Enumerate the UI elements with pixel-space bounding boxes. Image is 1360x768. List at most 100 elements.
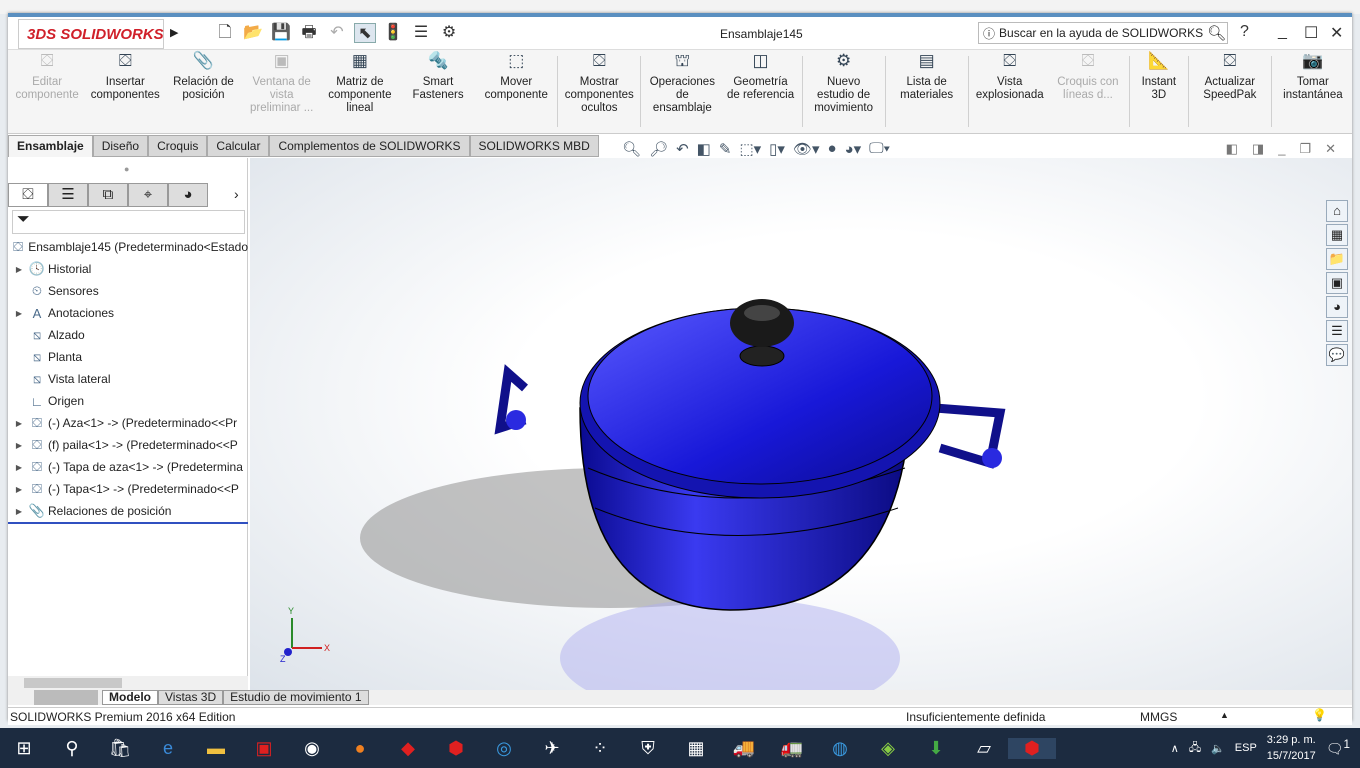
action-center-icon[interactable]: 🗨1 <box>1326 738 1350 758</box>
undo-icon[interactable]: ↶ <box>326 23 348 43</box>
tree-item[interactable]: ∟ Origen <box>8 390 248 412</box>
network-icon[interactable]: 🖧 <box>1189 739 1201 758</box>
displaymanager-tab-icon[interactable]: ◕ <box>168 183 208 207</box>
expand-arrow-icon[interactable]: ▶ <box>12 441 26 450</box>
view-orientation-icon[interactable]: ⬚▾ <box>739 140 761 158</box>
tab-0[interactable]: Ensamblaje <box>8 135 93 157</box>
zoom-fit-icon[interactable]: 🔍︎ <box>622 140 641 158</box>
scene-icon[interactable]: ◕▾ <box>845 140 862 158</box>
options-gear-icon[interactable]: ⚙ <box>438 23 460 43</box>
display-style-icon[interactable]: ▯▾ <box>769 140 785 158</box>
save-icon[interactable]: 💾 <box>270 23 292 43</box>
search-icon[interactable]: ⚲ <box>48 738 96 759</box>
expand-arrow-icon[interactable]: ▶ <box>12 419 26 428</box>
app-blue-ring-icon[interactable]: ◎ <box>480 738 528 759</box>
tab-4[interactable]: Complementos de SOLIDWORKS <box>269 135 470 157</box>
file-explorer-icon[interactable]: 📁 <box>1326 248 1348 270</box>
tree-item[interactable]: ▶ 📎 Relaciones de posición <box>8 500 248 522</box>
solidworks-2016-icon[interactable]: ⬢ <box>432 738 480 759</box>
shield-game-icon[interactable]: ⛨ <box>624 738 672 759</box>
tree-item[interactable]: ▶ ⛋ (-) Tapa<1> -> (Predeterminado<<P <box>8 478 248 500</box>
volume-icon[interactable]: 🔈 <box>1211 742 1225 755</box>
rebuild-icon[interactable]: 🚦 <box>382 23 404 43</box>
doc-restore-icon[interactable]: ❐ <box>1299 141 1311 157</box>
close-button[interactable]: ✕ <box>1330 23 1343 43</box>
section-view-icon[interactable]: ◧ <box>697 140 711 158</box>
minimize-button[interactable]: _ <box>1278 23 1287 41</box>
forum-icon[interactable]: 💬 <box>1326 344 1348 366</box>
dynamic-annotation-icon[interactable]: ✎ <box>719 140 732 158</box>
truck2-icon[interactable]: 🚛 <box>768 738 816 759</box>
tree-item[interactable]: ▶ A Anotaciones <box>8 302 248 324</box>
expand-arrow-icon[interactable]: ▶ <box>12 265 26 274</box>
tree-item[interactable]: ⧅ Alzado <box>8 324 248 346</box>
calculator-icon[interactable]: ▦ <box>672 738 720 759</box>
download-manager-icon[interactable]: ⬇ <box>912 738 960 759</box>
bluestacks-icon[interactable]: ◈ <box>864 738 912 759</box>
wings-icon[interactable]: ✈ <box>528 738 576 759</box>
tab-3[interactable]: Calcular <box>207 135 270 157</box>
custom-properties-icon[interactable]: ☰ <box>1326 320 1348 342</box>
tree-item[interactable]: ⧅ Vista lateral <box>8 368 248 390</box>
design-library-icon[interactable]: ▦ <box>1326 224 1348 246</box>
splitter-handle[interactable]: ● <box>124 164 129 174</box>
configurationmanager-tab-icon[interactable]: ⧉ <box>88 183 128 207</box>
new-icon[interactable]: 🗋 <box>214 23 236 43</box>
help-menu-icon[interactable]: ? <box>1240 23 1249 41</box>
horizontal-scrollbar[interactable] <box>8 676 248 690</box>
view-palette-icon[interactable]: ▣ <box>1326 272 1348 294</box>
tree-item[interactable]: ⧅ Planta <box>8 346 248 368</box>
store-icon[interactable]: 🛍 <box>96 738 144 759</box>
ribbon-button-paperclip[interactable]: 📎 Relación de posición <box>164 50 242 133</box>
ribbon-button-bom[interactable]: ▤ Lista de materiales <box>888 50 966 133</box>
tree-item[interactable]: ▶ 🕓 Historial <box>8 258 248 280</box>
app-red-icon[interactable]: ▣ <box>240 738 288 759</box>
ribbon-button-assembly-features[interactable]: ⛫ Operaciones de ensamblaje <box>643 50 721 133</box>
panel-right-icon[interactable]: ◨ <box>1252 141 1264 157</box>
file-properties-icon[interactable]: ☰ <box>410 23 432 43</box>
graphics-area[interactable]: Y X Z ⌂ ▦ 📁 ▣ ◕ ☰ 💬 <box>250 158 1352 718</box>
expand-menu-arrow[interactable]: ▶ <box>170 26 178 39</box>
ribbon-button-motion-study[interactable]: ⚙ Nuevo estudio de movimiento <box>805 50 883 133</box>
firefox-icon[interactable]: ● <box>336 738 384 759</box>
hide-show-icon[interactable]: 👁▾ <box>793 140 820 158</box>
tooltip-bulb-icon[interactable]: 💡 <box>1312 708 1327 722</box>
ribbon-button-speedpak[interactable]: ⛋ Actualizar SpeedPak <box>1191 50 1269 133</box>
home-icon[interactable]: ⌂ <box>1326 200 1348 222</box>
zoom-area-icon[interactable]: 🔎︎ <box>649 140 668 158</box>
maximize-button[interactable]: ☐ <box>1304 23 1318 43</box>
ribbon-button-preview-window[interactable]: ▣ Ventana de vista preliminar ... <box>243 50 321 133</box>
edge-icon[interactable]: e <box>144 738 192 759</box>
ribbon-button-show-hidden[interactable]: ⛋ Mostrar componentes ocultos <box>560 50 638 133</box>
doc-minimize-icon[interactable]: _ <box>1278 141 1285 157</box>
ribbon-button-edit-component[interactable]: ⛋ Editar componente <box>8 50 86 133</box>
featuremanager-tab-icon[interactable]: ⛋ <box>8 183 48 207</box>
ribbon-button-camera[interactable]: 📷 Tomar instantánea <box>1274 50 1352 133</box>
tab-1[interactable]: Diseño <box>92 135 149 157</box>
bottom-tab-1[interactable]: Vistas 3D <box>158 690 224 705</box>
ribbon-button-insert-components[interactable]: ⛋ Insertar componentes <box>86 50 164 133</box>
dots-icon[interactable]: ⁘ <box>576 738 624 759</box>
start-icon[interactable]: ⊞ <box>0 738 48 759</box>
tree-item[interactable]: ⏲ Sensores <box>8 280 248 302</box>
expand-arrow-icon[interactable]: ▶ <box>12 507 26 516</box>
show-hidden-icons[interactable]: ∧ <box>1171 742 1179 755</box>
ribbon-button-explode-line-sketch[interactable]: ⛋ Croquis con líneas d... <box>1049 50 1127 133</box>
tab-5[interactable]: SOLIDWORKS MBD <box>469 135 599 157</box>
ribbon-button-reference-geometry[interactable]: ◫ Geometría de referencia <box>721 50 799 133</box>
propertymanager-tab-icon[interactable]: ☰ <box>48 183 88 207</box>
tree-root[interactable]: ⛋ Ensamblaje145 (Predeterminado<Estado <box>8 236 248 258</box>
ribbon-button-smart-fasteners[interactable]: 🔩 Smart Fasteners <box>399 50 477 133</box>
chrome-icon[interactable]: ◉ <box>288 738 336 759</box>
tab-scroll-arrows[interactable] <box>34 690 98 705</box>
expand-arrow-icon[interactable]: ▶ <box>12 309 26 318</box>
tree-item[interactable]: ▶ ⛋ (-) Aza<1> -> (Predeterminado<<Pr <box>8 412 248 434</box>
app-glass-icon[interactable]: ▱ <box>960 738 1008 759</box>
ribbon-button-linear-pattern[interactable]: ▦ Matriz de componente lineal <box>321 50 399 133</box>
open-icon[interactable]: 📂 <box>242 23 264 43</box>
help-search-input[interactable]: ⓘ Buscar en la ayuda de SOLIDWORKS 🔍︎ <box>978 22 1228 44</box>
tree-item[interactable]: ▶ ⛋ (f) paila<1> -> (Predeterminado<<P <box>8 434 248 456</box>
select-icon[interactable]: ⬉ <box>354 23 376 43</box>
units-up-arrow[interactable]: ▲ <box>1220 710 1229 720</box>
sketchup-icon[interactable]: ◆ <box>384 738 432 759</box>
